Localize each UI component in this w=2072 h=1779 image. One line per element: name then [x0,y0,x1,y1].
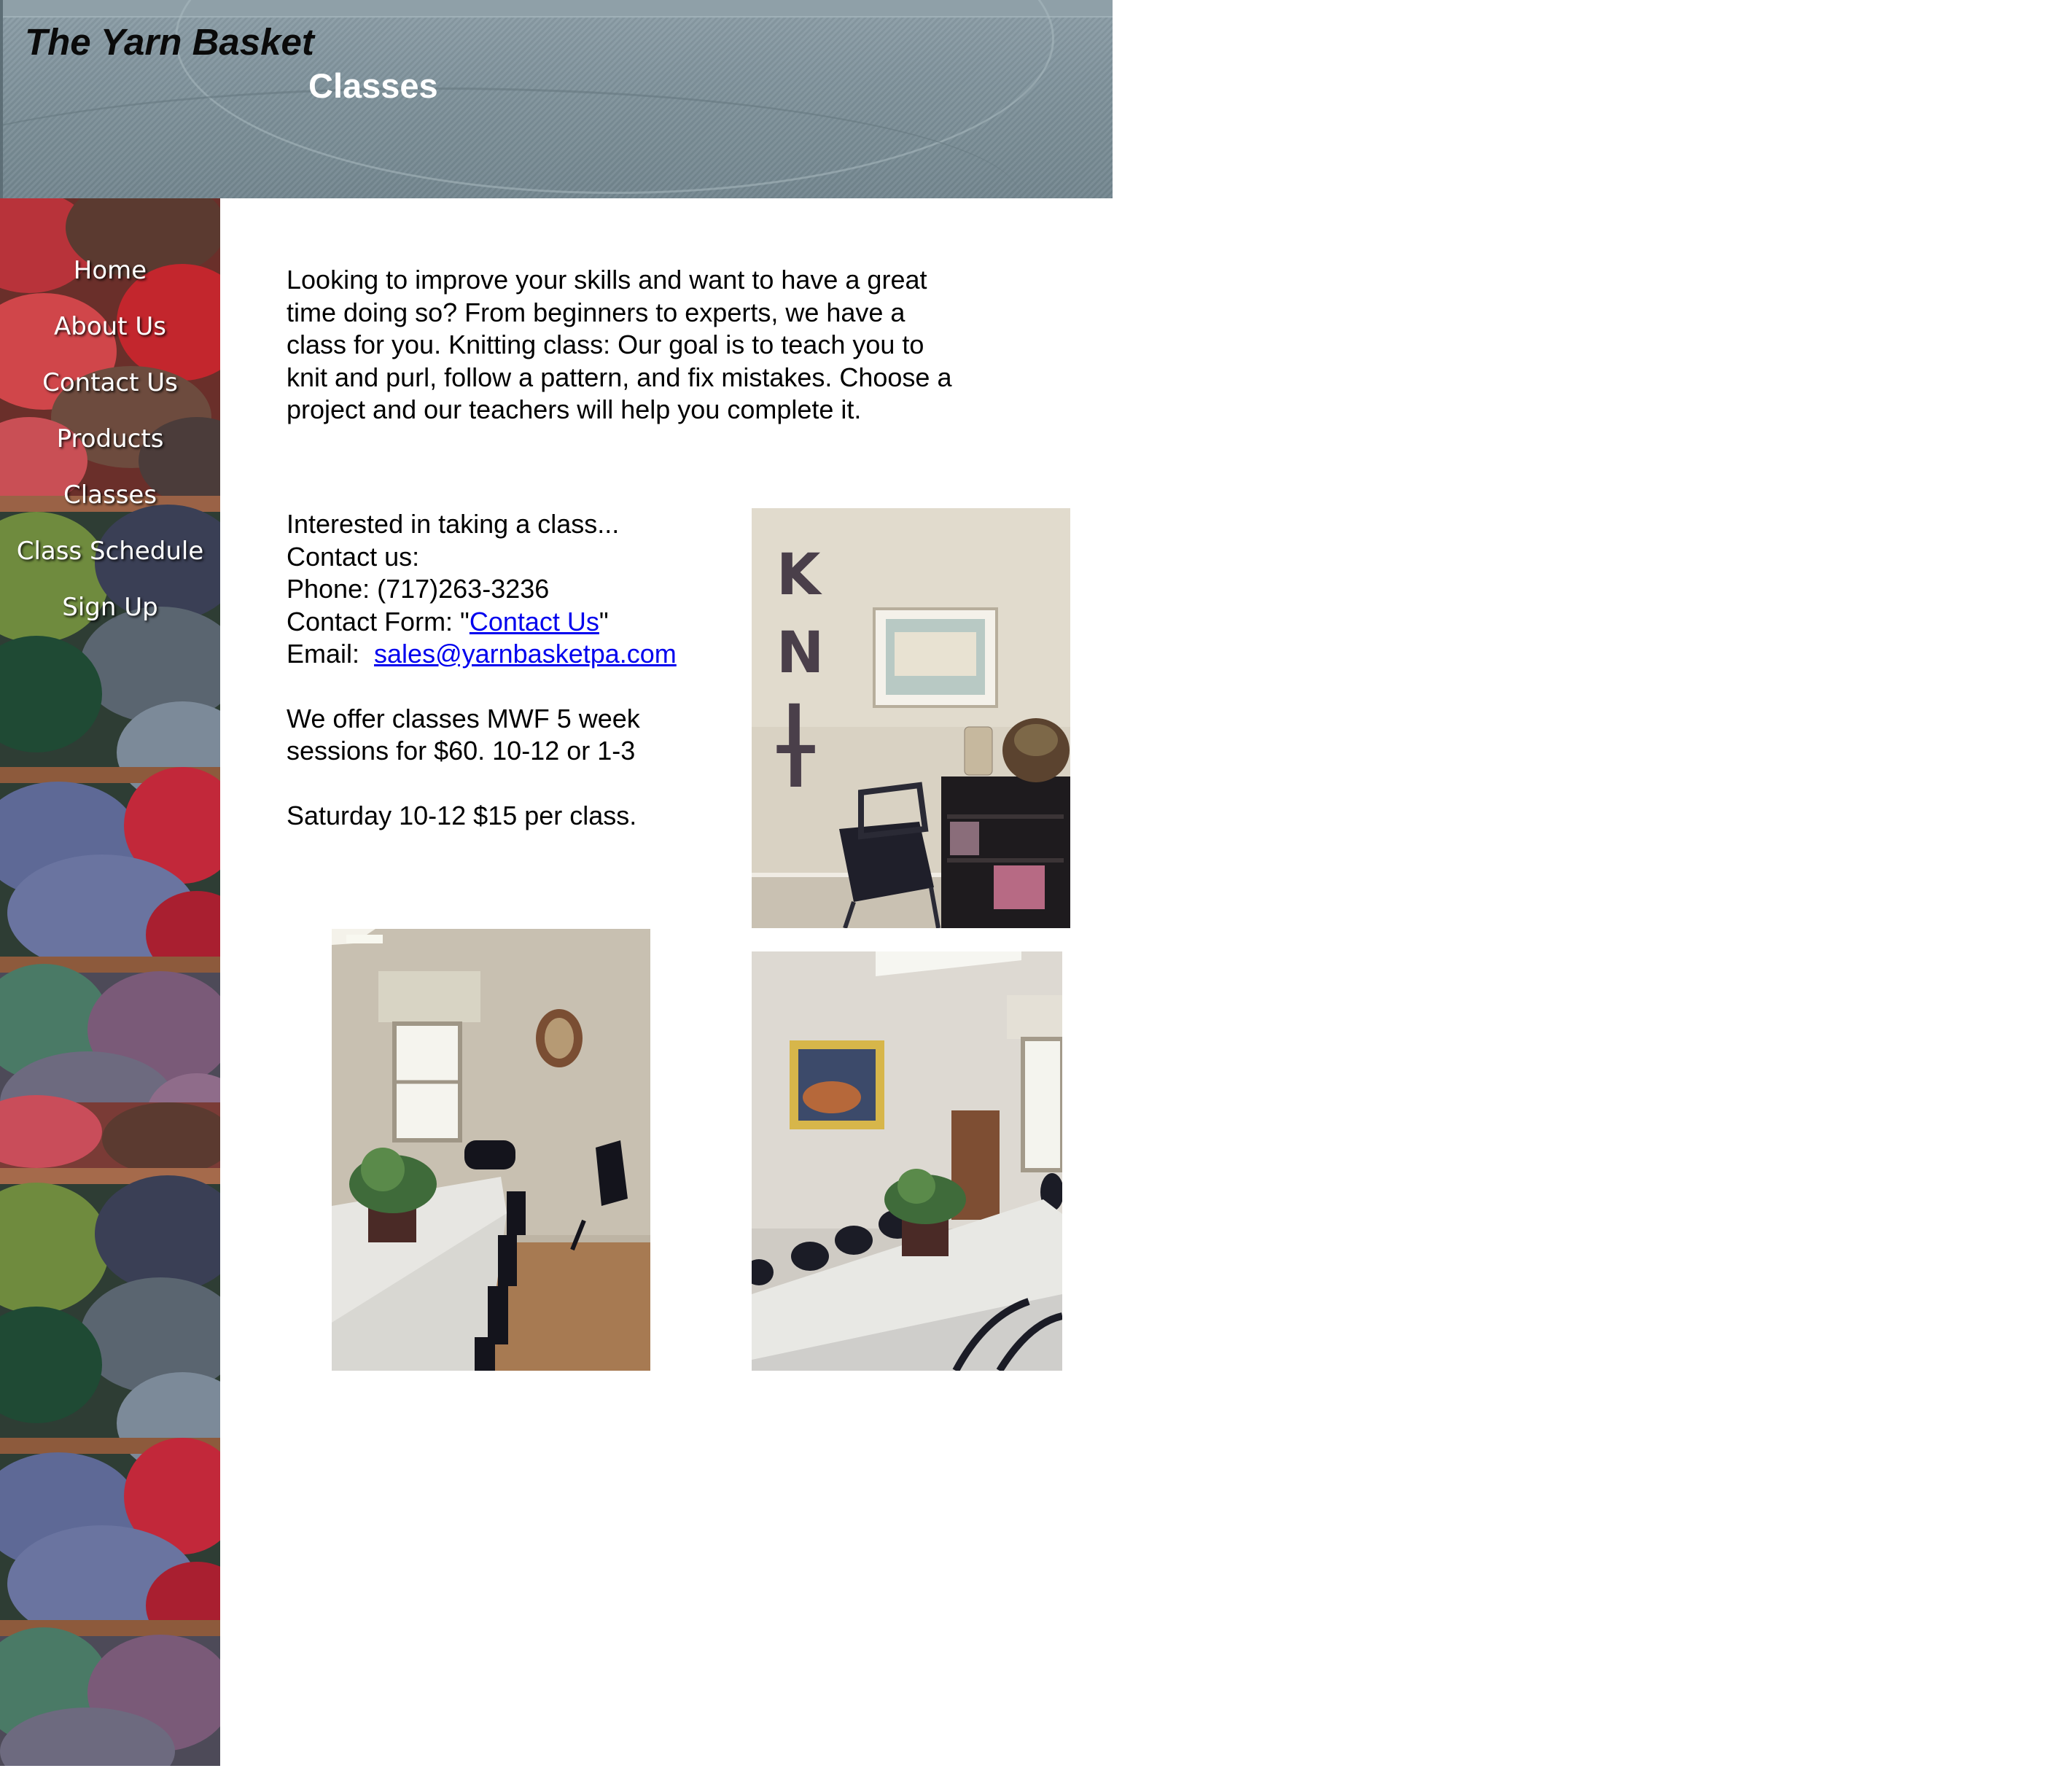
sidebar-item-products: Products [0,410,220,467]
site-title: The Yarn Basket [25,21,314,63]
sidebar-nav: Home About Us Contact Us Products Classe… [0,242,220,635]
email-prefix: Email: [287,639,375,669]
sidebar-item-about-us: About Us [0,298,220,354]
phone-number: Phone: (717)263-3236 [287,574,550,604]
knit-wall-photo: K N I T [752,508,1070,928]
sidebar-item-classes: Classes [0,467,220,523]
weekday-classes-line-1: We offer classes MWF 5 week [287,703,640,733]
contact-form-suffix: " [599,606,609,637]
header-banner: The Yarn Basket Classes [0,0,1113,198]
nav-link-class-schedule[interactable]: Class Schedule [17,537,204,566]
knit-letter-k: K [776,542,822,608]
nav-link-classes[interactable]: Classes [63,480,157,510]
classroom-photo-1 [332,929,650,1371]
email-line: Email: sales@yarnbasketpa.com [287,638,724,671]
nav-link-about-us[interactable]: About Us [54,312,166,341]
classroom-photo-2 [752,951,1062,1371]
intro-paragraph: Looking to improve your skills and want … [287,265,952,424]
knit-letter-t: T [776,735,815,801]
contact-us-heading: Contact us: [287,541,420,572]
knit-letter-n: N [776,620,824,686]
nav-link-home[interactable]: Home [74,256,147,285]
sidebar-item-class-schedule: Class Schedule [0,523,220,579]
contact-block: Interested in taking a class... Contact … [287,508,724,832]
page-title: Classes [308,66,438,105]
sidebar: Home About Us Contact Us Products Classe… [0,198,220,1766]
nav-link-contact-us[interactable]: Contact Us [42,368,178,397]
sidebar-item-sign-up: Sign Up [0,579,220,635]
sidebar-item-contact-us: Contact Us [0,354,220,410]
email-link[interactable]: sales@yarnbasketpa.com [374,639,677,669]
weekday-classes-line-2: sessions for $60. 10-12 or 1-3 [287,736,636,766]
nav-link-sign-up[interactable]: Sign Up [62,593,157,622]
saturday-classes: Saturday 10-12 $15 per class. [287,800,637,830]
interested-text: Interested in taking a class... [287,509,620,539]
contact-form-prefix: Contact Form: " [287,606,470,637]
contact-form-line: Contact Form: "Contact Us" [287,606,724,639]
sidebar-item-home: Home [0,242,220,298]
header-left-edge [0,0,3,198]
contact-form-link[interactable]: Contact Us [470,607,599,637]
nav-link-products[interactable]: Products [57,424,164,453]
